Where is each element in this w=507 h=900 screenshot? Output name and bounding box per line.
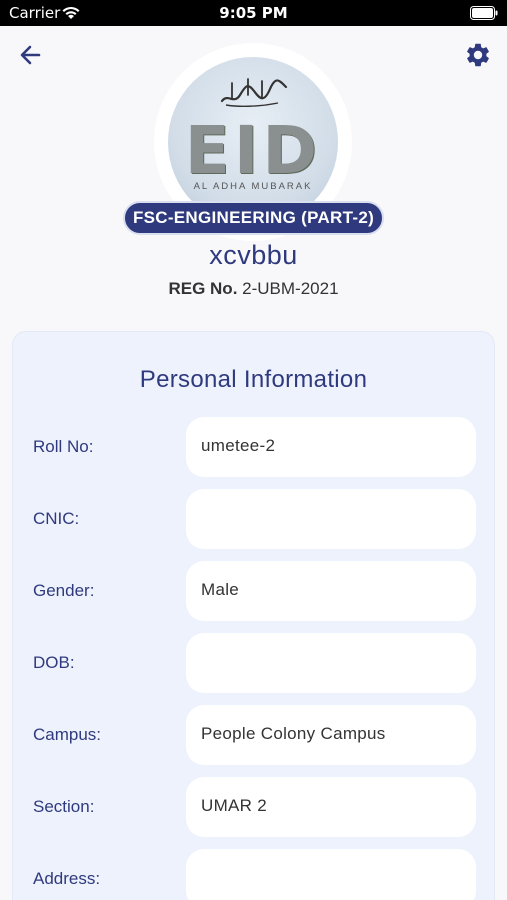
student-name: xcvbbu xyxy=(209,240,298,270)
campus-value: People Colony Campus xyxy=(201,724,386,743)
dob-label: DOB: xyxy=(33,653,75,672)
address-label: Address: xyxy=(33,869,101,888)
program-badge: FSC-ENGINEERING (PART-2) xyxy=(123,201,384,235)
roll-no-label: Roll No: xyxy=(33,437,94,456)
dob-row: DOB: xyxy=(13,633,496,693)
roll-no-row: Roll No: umetee-2 xyxy=(13,417,496,477)
reg-label: REG No. xyxy=(168,279,238,298)
section-row: Section: UMAR 2 xyxy=(13,777,496,837)
arrow-left-icon xyxy=(20,45,41,65)
campus-row: Campus: People Colony Campus xyxy=(13,705,496,765)
status-time: 9:05 PM xyxy=(219,4,288,22)
status-bar: Carrier 9:05 PM xyxy=(0,0,507,26)
battery-icon xyxy=(470,6,498,20)
cnic-label: CNIC: xyxy=(33,509,80,528)
avatar-caption: AL ADHA MUBARAK xyxy=(193,181,313,192)
roll-no-field: umetee-2 xyxy=(186,417,476,477)
dob-field xyxy=(186,633,476,693)
registration-number: REG No. 2-UBM-2021 xyxy=(0,279,507,299)
avatar-letters: EID xyxy=(184,112,322,189)
roll-no-value: umetee-2 xyxy=(201,436,276,455)
gear-icon xyxy=(467,43,489,67)
personal-info-card: Personal Information Roll No: umetee-2 C… xyxy=(12,331,495,900)
gender-value: Male xyxy=(201,580,240,599)
gender-field: Male xyxy=(186,561,476,621)
card-title: Personal Information xyxy=(139,366,368,393)
cnic-field xyxy=(186,489,476,549)
settings-button[interactable] xyxy=(464,41,492,69)
cnic-row: CNIC: xyxy=(13,489,496,549)
section-label: Section: xyxy=(33,797,95,816)
back-button[interactable] xyxy=(18,42,44,68)
address-row: Address: xyxy=(13,849,496,900)
section-field: UMAR 2 xyxy=(186,777,476,837)
address-field xyxy=(186,849,476,900)
campus-label: Campus: xyxy=(33,725,102,744)
section-value: UMAR 2 xyxy=(201,796,268,815)
gender-row: Gender: Male xyxy=(13,561,496,621)
calligraphy-art xyxy=(220,78,288,108)
reg-value: 2-UBM-2021 xyxy=(242,279,339,298)
gender-label: Gender: xyxy=(33,581,95,600)
campus-field: People Colony Campus xyxy=(186,705,476,765)
